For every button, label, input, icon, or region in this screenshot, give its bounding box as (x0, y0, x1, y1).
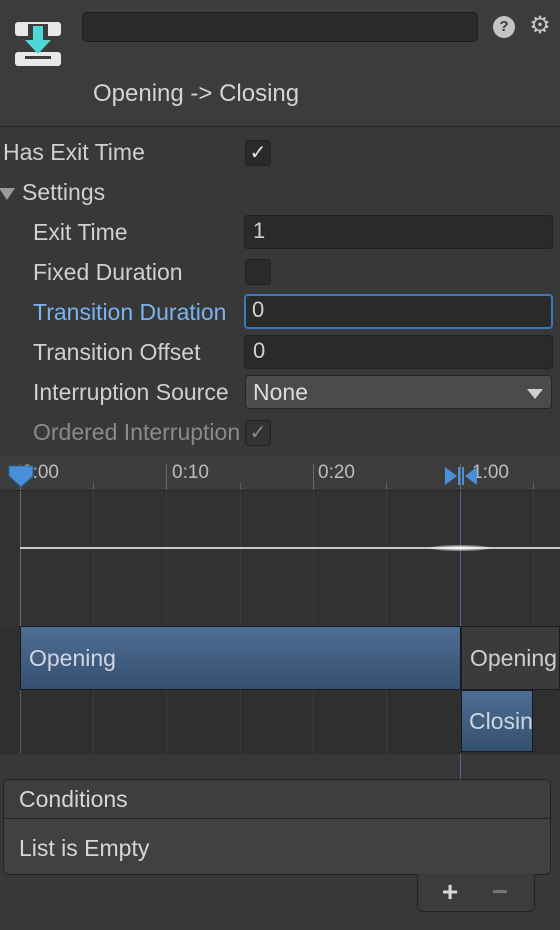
grid-line (166, 690, 167, 754)
interruption-source-label: Interruption Source (33, 379, 229, 405)
grid-line (313, 690, 314, 754)
dropdown-arrow-icon (527, 389, 543, 399)
grid-line (93, 491, 94, 626)
grid-line (386, 491, 387, 626)
remove-condition-button[interactable]: − (475, 874, 525, 910)
ruler-tick (313, 464, 314, 490)
settings-foldout-label[interactable]: Settings (22, 179, 105, 206)
has-exit-time-checkbox[interactable]: ✓ (245, 140, 271, 166)
grid-line (93, 690, 94, 754)
grid-line (313, 491, 314, 626)
destination-state-bar[interactable]: Closing (461, 690, 533, 752)
ordered-interruption-checkbox: ✓ (245, 420, 271, 446)
gear-icon[interactable]: ⚙ (528, 14, 552, 38)
ruler-label: 0:20 (318, 462, 355, 483)
grid-line (240, 491, 241, 626)
transition-name-field[interactable] (82, 12, 478, 42)
grid-line (240, 690, 241, 754)
grid-line (20, 491, 21, 626)
transition-duration-label: Transition Duration (33, 299, 227, 325)
source-state-bar[interactable]: Opening (20, 626, 461, 690)
exit-time-label: Exit Time (33, 219, 128, 245)
timeline-curve-area (0, 491, 560, 789)
ruler-tick (166, 464, 167, 490)
conditions-panel: Conditions List is Empty (3, 779, 551, 875)
has-exit-time-label: Has Exit Time (3, 139, 145, 165)
transition-icon (15, 22, 61, 66)
settings-foldout-arrow-icon[interactable] (0, 188, 15, 200)
conditions-header: Conditions (4, 780, 550, 819)
exit-time-field[interactable]: 1 (244, 215, 553, 249)
playhead-marker-icon[interactable] (8, 464, 34, 488)
fixed-duration-label: Fixed Duration (33, 259, 183, 285)
conditions-title: Conditions (19, 786, 128, 812)
ruler-tick (533, 482, 534, 490)
transition-offset-field[interactable]: 0 (244, 335, 553, 369)
conditions-footer: + − (417, 874, 535, 912)
transition-duration-field[interactable]: 0 (244, 294, 553, 329)
timeline-bars-area: Opening Opening Closing (0, 626, 560, 754)
transition-title: Opening -> Closing (93, 80, 300, 107)
transition-header: ? ⚙ Opening -> Closing (0, 0, 560, 127)
add-condition-button[interactable]: + (425, 874, 475, 910)
ruler-label: 0:10 (172, 462, 209, 483)
ruler-tick (240, 482, 241, 490)
transition-timeline[interactable]: 0:00 0:10 0:20 1:00 Opening Opening Clos… (0, 456, 560, 789)
interruption-source-dropdown[interactable]: None (245, 375, 552, 409)
conditions-empty-text: List is Empty (19, 835, 150, 861)
ordered-interruption-label: Ordered Interruption (33, 419, 240, 445)
source-state-repeat-bar[interactable]: Opening (461, 626, 560, 690)
ruler-tick (386, 482, 387, 490)
help-icon[interactable]: ? (493, 16, 515, 38)
curve-highlight (430, 545, 490, 551)
grid-line (166, 491, 167, 626)
transition-handles-icon[interactable] (444, 466, 478, 486)
interruption-source-value: None (253, 379, 308, 405)
transition-offset-label: Transition Offset (33, 339, 201, 365)
grid-line (386, 690, 387, 754)
timeline-ruler[interactable]: 0:00 0:10 0:20 1:00 (0, 456, 560, 491)
grid-line (533, 491, 534, 626)
ruler-tick (93, 482, 94, 490)
fixed-duration-checkbox[interactable] (245, 259, 271, 285)
